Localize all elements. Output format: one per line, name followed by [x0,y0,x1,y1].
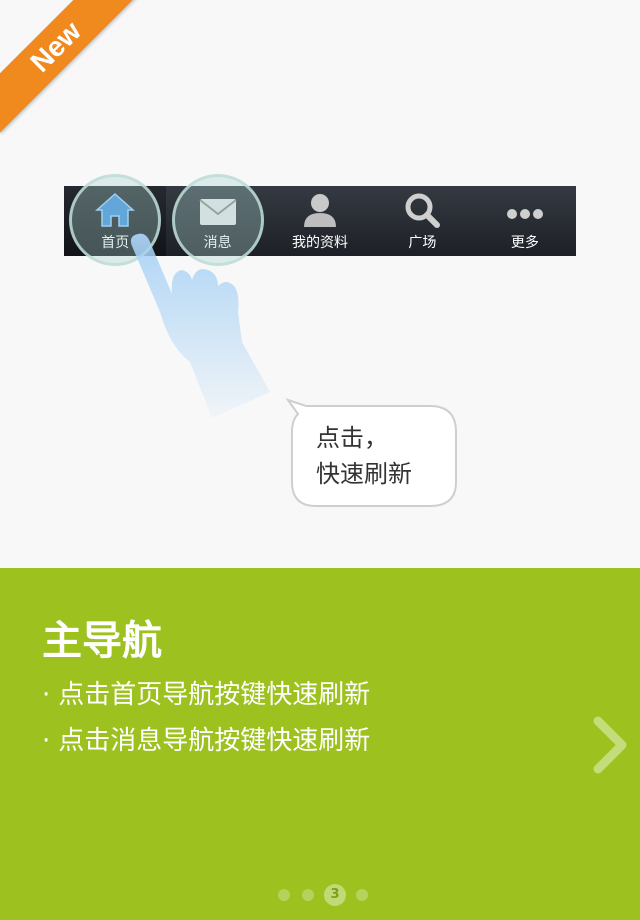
bullet-text: 点击首页导航按键快速刷新 [58,680,371,710]
new-badge: New [0,0,142,133]
nav-label-more: 更多 [510,235,539,251]
bubble-line-1: 点击， [316,424,388,452]
list-item: · 点击消息导航按键快速刷新 [42,718,370,764]
user-icon [300,192,340,228]
page-dot[interactable] [356,889,368,901]
nav-item-profile[interactable]: 我的资料 [269,186,371,256]
nav-label-profile: 我的资料 [292,235,349,251]
tutorial-illustration-area: New 首页 消息 我的资料 广场 更多 点击， 快速刷新 [0,0,640,568]
search-icon [402,192,442,228]
list-item: · 点击首页导航按键快速刷新 [42,672,370,718]
bullet-mark: · [42,680,51,710]
feature-panel: 主导航 · 点击首页导航按键快速刷新 · 点击消息导航按键快速刷新 3 [0,568,640,920]
bullet-text: 点击消息导航按键快速刷新 [58,726,371,756]
pointing-hand-icon [130,233,270,418]
page-dot-current[interactable]: 3 [324,884,346,906]
feature-title: 主导航 [42,618,162,664]
nav-item-square[interactable]: 广场 [371,186,473,256]
nav-label-square: 广场 [408,235,437,251]
page-dot[interactable] [302,889,314,901]
feature-bullet-list: · 点击首页导航按键快速刷新 · 点击消息导航按键快速刷新 [42,672,370,764]
more-icon [505,192,545,228]
page-dot[interactable] [278,889,290,901]
bubble-line-2: 快速刷新 [316,460,412,488]
chevron-right-icon[interactable] [590,715,630,775]
bubble-text: 点击， 快速刷新 [316,420,446,492]
page-indicator: 3 [272,884,374,906]
bullet-mark: · [42,726,51,756]
nav-item-more[interactable]: 更多 [474,186,576,256]
